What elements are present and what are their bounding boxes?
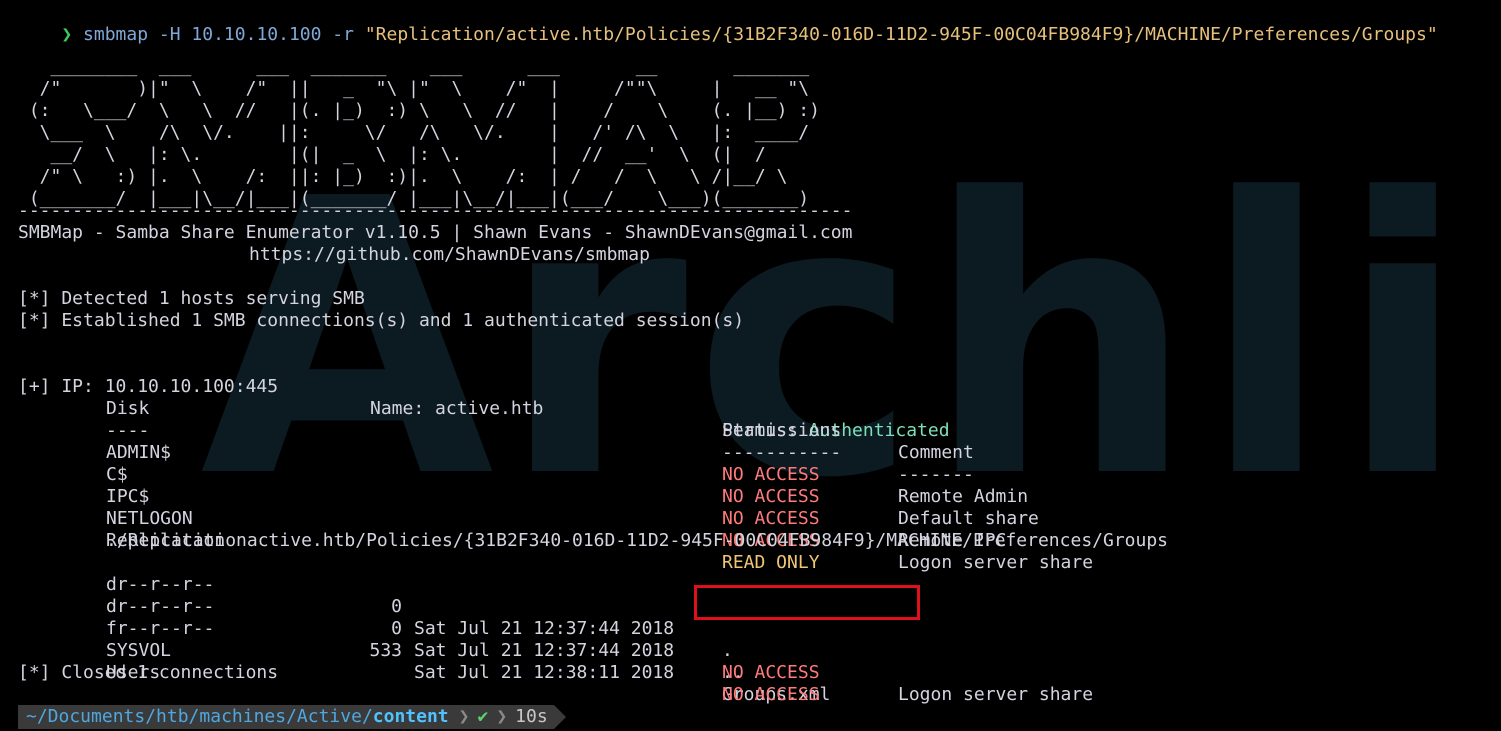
table-header-underline: ---- ----------- ------- <box>18 398 1478 485</box>
command-argument: "Replication/active.htb/Policies/{31B2F3… <box>364 24 1438 45</box>
share-comment: Logon server share <box>898 684 1094 705</box>
host-line: [+] IP: 10.10.10.100:445 Name: active.ht… <box>18 354 1478 441</box>
prompt-statusbar: ~/Documents/htb/machines/Active/content … <box>18 705 566 729</box>
chevron-right-icon: ❯ <box>456 705 472 729</box>
smbmap-ascii-logo: ________ ___ ___ _______ ___ ___ __ ____… <box>28 56 820 209</box>
table-header: Disk Permissions Comment <box>18 376 1478 463</box>
file-date: Sat Jul 21 12:38:11 2018 <box>414 662 675 683</box>
terminal-window[interactable]: Archlinu ❯ smbmap -H 10.10.10.100 -r "Re… <box>0 0 1501 731</box>
command-program: smbmap -H 10.10.10.100 -r <box>83 24 365 45</box>
share-permission: NO ACCESS <box>722 684 820 705</box>
groups-xml-highlight <box>694 585 920 620</box>
file-row: dr--r--r-- 0 Sat Jul 21 12:37:44 2018 . <box>18 552 1478 661</box>
prompt-arrow-icon: ❯ <box>61 24 73 45</box>
table-row: C$ NO ACCESS Default share <box>18 442 1478 529</box>
listing-path: ./Replicationactive.htb/Policies/{31B2F3… <box>106 530 1169 551</box>
table-row: SYSVOL NO ACCESS Logon server share <box>18 618 1478 705</box>
table-row: Replication READ ONLY <box>18 508 1478 573</box>
chevron-right-icon: ❯ <box>494 705 510 729</box>
powerline-tail <box>553 705 566 729</box>
info-line: [*] Detected 1 hosts serving SMB <box>18 288 365 309</box>
banner-url: https://github.com/ShawnDEvans/smbmap <box>249 244 650 265</box>
share-permission: NO ACCESS <box>722 662 820 683</box>
directory-current: content <box>372 706 449 727</box>
table-row: NETLOGON NO ACCESS Logon server share <box>18 486 1478 573</box>
command-line: ❯ smbmap -H 10.10.10.100 -r "Replication… <box>18 2 1437 45</box>
command-duration: 10s <box>509 705 554 729</box>
table-row: IPC$ NO ACCESS Remote IPC <box>18 464 1478 551</box>
directory-prefix: ~/Documents/htb/machines/Active/ <box>26 706 373 727</box>
banner-divider: ----------------------------------------… <box>18 200 853 221</box>
banner-title: SMBMap - Samba Share Enumerator v1.10.5 … <box>18 222 853 243</box>
info-line: [*] Established 1 SMB connections(s) and… <box>18 310 745 331</box>
check-icon: ✔ <box>471 705 495 729</box>
current-directory: ~/Documents/htb/machines/Active/content <box>18 705 457 729</box>
table-row: Users NO ACCESS <box>18 640 1478 705</box>
closing-line: [*] Closed 1 connections <box>18 662 279 683</box>
table-row: ADMIN$ NO ACCESS Remote Admin <box>18 420 1478 507</box>
